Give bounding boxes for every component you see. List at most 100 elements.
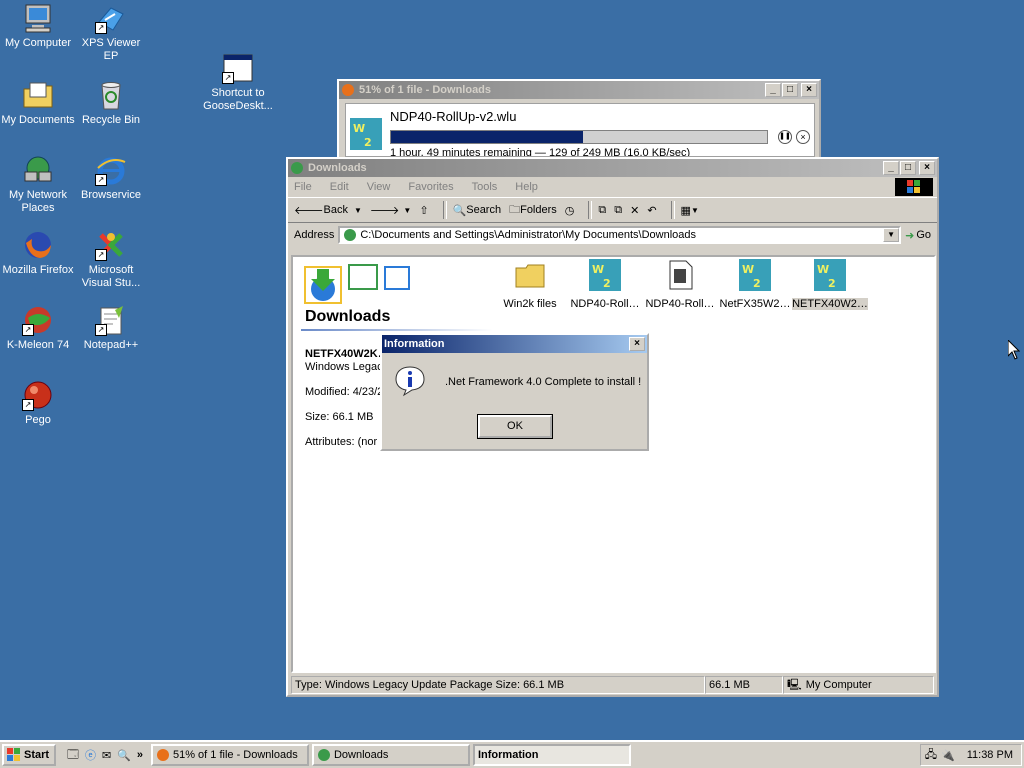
internet-explorer-icon: ↗ <box>95 154 127 186</box>
desktop-icon-notepadpp[interactable]: ↗ Notepad++ <box>73 304 149 352</box>
toolbar-separator <box>442 201 447 219</box>
download-folder-banner-icon <box>304 264 410 304</box>
standard-toolbar: 🡐 Back ▼ 🡒 ▼ ⇧ 🔍 Search 🗀 Folders ◷ ⧉ ⧉ ✕ ↶… <box>288 197 937 223</box>
desktop-icon-pego[interactable]: ↗ Pego <box>0 379 76 427</box>
clock[interactable]: 11:38 PM <box>967 749 1013 761</box>
desktop-icon-my-network-places[interactable]: My Network Places <box>0 154 76 215</box>
taskbar-button-explorer[interactable]: Downloads <box>311 744 470 766</box>
address-bar: Address C:\Documents and Settings\Admini… <box>288 223 937 247</box>
outlook-express-icon[interactable]: ✉ <box>102 749 111 762</box>
close-button[interactable]: × <box>629 337 645 351</box>
up-folder-button[interactable]: ⇧ <box>419 204 428 217</box>
toolbar-separator <box>670 201 675 219</box>
close-button[interactable]: × <box>801 83 817 97</box>
menu-view[interactable]: View <box>367 181 391 193</box>
desktop-icon-mozilla-firefox[interactable]: Mozilla Firefox <box>0 229 76 277</box>
panel-heading: Downloads <box>305 308 391 325</box>
delete-button[interactable]: ✕ <box>630 204 639 217</box>
status-size: 66.1 MB <box>705 676 783 694</box>
up-folder-icon: ⇧ <box>419 204 429 217</box>
show-desktop-icon[interactable]: 🗔 <box>67 746 79 765</box>
search-icon: 🔍 <box>452 204 467 217</box>
close-button[interactable]: × <box>919 161 935 175</box>
address-input[interactable]: C:\Documents and Settings\Administrator\… <box>338 226 902 244</box>
status-zone: 🖳 My Computer <box>783 676 934 694</box>
desktop-icon-my-computer[interactable]: My Computer <box>0 2 76 50</box>
cancel-download-button[interactable]: × <box>796 130 810 144</box>
maximize-button[interactable]: □ <box>900 161 916 175</box>
maximize-button[interactable]: □ <box>782 83 798 97</box>
menu-tools[interactable]: Tools <box>472 181 498 193</box>
folders-icon: 🗀 <box>509 203 521 216</box>
explorer-titlebar[interactable]: Downloads _ □ × <box>288 159 937 177</box>
svg-text:W: W <box>817 263 829 276</box>
file-item-ndp40-rollup-2[interactable]: NDP40-Roll… <box>642 259 718 310</box>
undo-button[interactable]: ↶ <box>647 204 656 217</box>
desktop-icon-shortcut-goose[interactable]: ↗ Shortcut to GooseDeskt... <box>200 52 276 113</box>
file-item-netfx35w2k[interactable]: W2 NetFX35W2… <box>717 259 793 310</box>
visual-studio-icon: ↗ <box>95 229 127 261</box>
win2k-package-icon: W2 <box>589 259 621 291</box>
firefox-icon <box>342 84 354 96</box>
download-window-titlebar[interactable]: 51% of 1 file - Downloads _ □ × <box>339 81 819 99</box>
network-icon[interactable]: 🖧 <box>925 746 937 765</box>
svg-text:2: 2 <box>753 277 761 290</box>
panel-heading-underline <box>301 329 493 331</box>
forward-button[interactable]: 🡒 ▼ <box>370 203 411 217</box>
internet-explorer-icon[interactable]: ⓔ <box>85 747 96 763</box>
menu-help[interactable]: Help <box>515 181 538 193</box>
download-item[interactable]: W2 NDP40-RollUp-v2.wlu ❚❚ × 1 hour, 49 m… <box>345 103 815 157</box>
menu-edit[interactable]: Edit <box>330 181 349 193</box>
desktop-icon-k-meleon[interactable]: ↗ K-Meleon 74 <box>0 304 76 352</box>
back-arrow-icon: 🡐 <box>294 205 324 217</box>
copy-to-button[interactable]: ⧉ <box>614 204 622 217</box>
download-progress-fill <box>391 131 583 143</box>
desktop-icon-recycle-bin[interactable]: Recycle Bin <box>73 79 149 127</box>
download-status: 1 hour, 49 minutes remaining — 129 of 24… <box>390 147 691 156</box>
desktop-icon-browservice[interactable]: ↗ Browservice <box>73 154 149 202</box>
chevron-down-icon[interactable]: ▼ <box>354 206 362 215</box>
win2k-file-icon: W2 <box>350 118 382 150</box>
menu-favorites[interactable]: Favorites <box>408 181 453 193</box>
views-button[interactable]: ▦ ▼ <box>681 204 699 217</box>
go-button[interactable]: ➜ Go <box>905 229 931 242</box>
chevron-right-icon[interactable]: » <box>137 749 143 761</box>
go-arrow-icon: ➜ <box>905 229 915 242</box>
xps-viewer-icon: ↗ <box>95 2 127 34</box>
undo-icon: ↶ <box>647 204 657 217</box>
web-view-panel: Downloads NETFX40W2K… Windows Legacy Mod… <box>293 257 493 671</box>
desktop-icon-my-documents[interactable]: My Documents <box>0 79 76 127</box>
selected-file-name: NETFX40W2K… <box>305 348 385 360</box>
minimize-button[interactable]: _ <box>883 161 899 175</box>
taskbar-button-information[interactable]: Information <box>472 744 631 766</box>
safely-remove-icon[interactable]: 🔌 <box>941 749 955 762</box>
search-button[interactable]: 🔍 Search <box>453 204 502 217</box>
desktop-icon-xps-viewer[interactable]: ↗ XPS Viewer EP <box>73 2 149 63</box>
move-to-button[interactable]: ⧉ <box>598 204 606 217</box>
start-button[interactable]: Start <box>2 744 56 766</box>
address-dropdown-button[interactable]: ▼ <box>883 228 900 242</box>
menu-file[interactable]: File <box>294 181 312 193</box>
dialog-titlebar[interactable]: Information × <box>382 335 647 353</box>
taskbar-button-download[interactable]: 51% of 1 file - Downloads <box>150 744 309 766</box>
views-icon: ▦ <box>680 204 691 217</box>
search-icon[interactable]: 🔍 <box>117 749 131 762</box>
svg-text:W: W <box>353 122 365 135</box>
firefox-icon <box>22 229 54 261</box>
svg-text:W: W <box>742 263 754 276</box>
history-button[interactable]: ◷ <box>565 204 575 217</box>
ok-button[interactable]: OK <box>477 414 553 439</box>
file-item-win2k-files[interactable]: Win2k files <box>492 259 568 310</box>
folders-button[interactable]: 🗀 Folders <box>509 201 557 220</box>
desktop-icon-visual-studio[interactable]: ↗ Microsoft Visual Stu... <box>73 229 149 290</box>
file-item-ndp40-rollup-1[interactable]: W2 NDP40-Roll… <box>567 259 643 310</box>
taskbar: Start 🗔 ⓔ ✉ 🔍 » 51% of 1 file - Download… <box>0 740 1024 768</box>
file-item-netfx40w2k-selected[interactable]: W2 NETFX40W2… <box>792 259 868 310</box>
folder-view[interactable]: Downloads NETFX40W2K… Windows Legacy Mod… <box>291 255 936 673</box>
globe-icon <box>344 229 357 241</box>
forward-arrow-icon: 🡒 <box>369 205 400 217</box>
back-button[interactable]: 🡐 Back ▼ <box>294 203 362 217</box>
delete-icon: ✕ <box>630 204 640 217</box>
pause-button[interactable]: ❚❚ <box>778 130 792 144</box>
minimize-button[interactable]: _ <box>765 83 781 97</box>
